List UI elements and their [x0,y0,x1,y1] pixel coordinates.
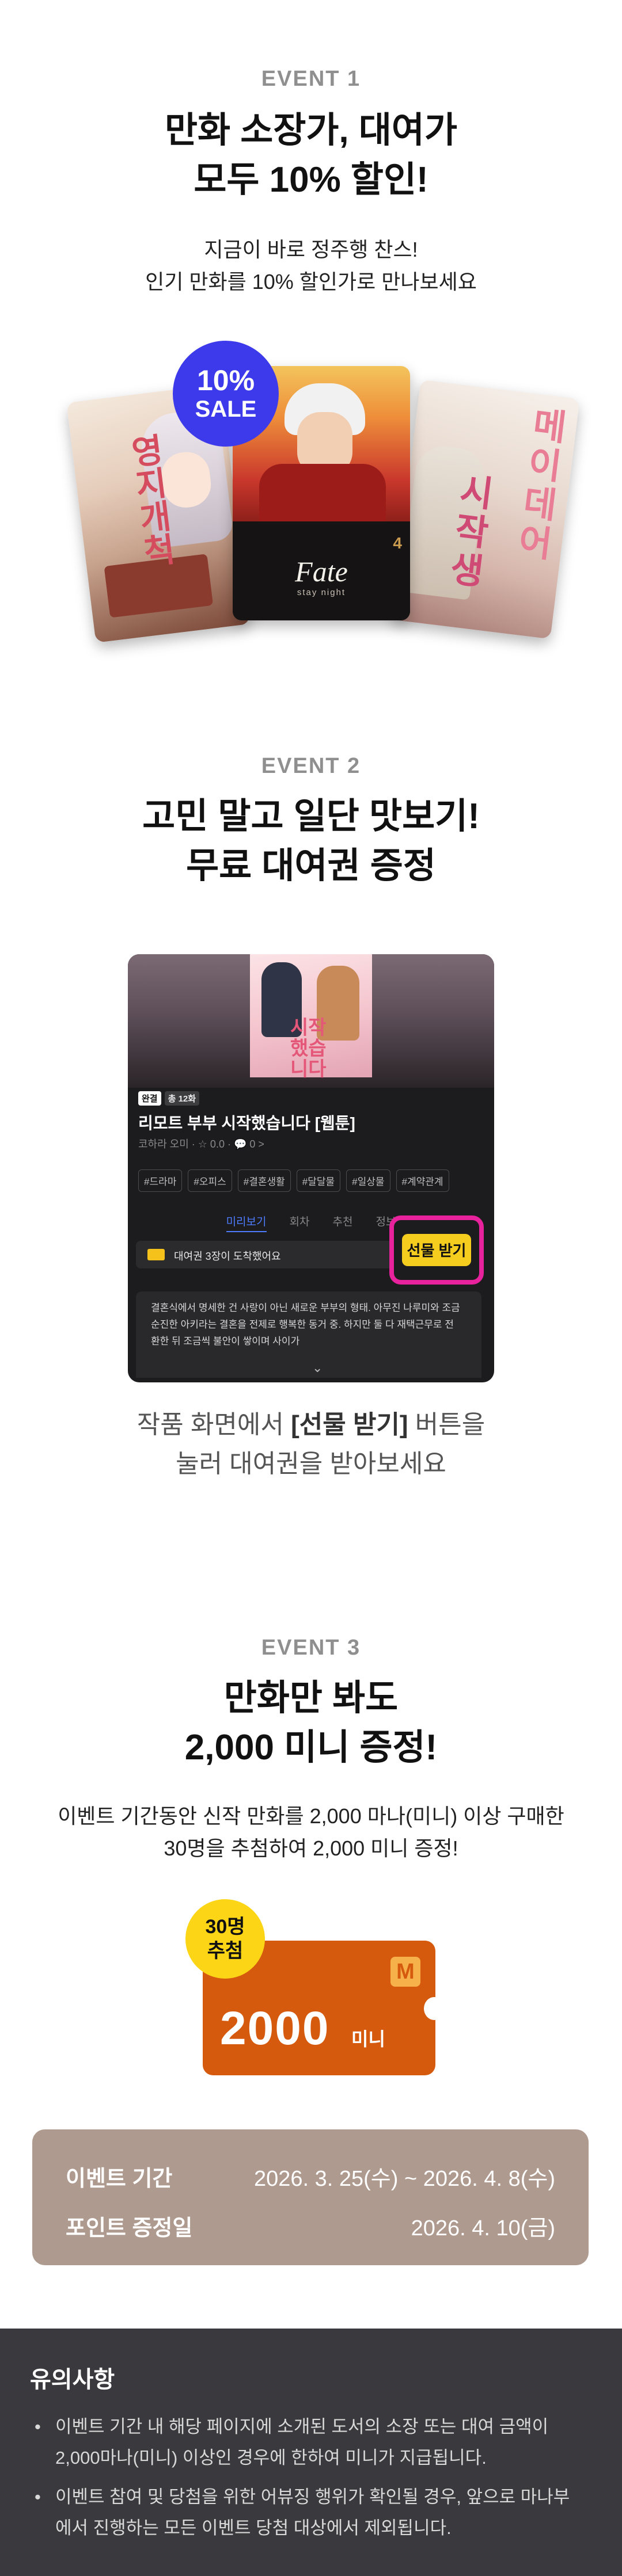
preview-meta: 코하라 오미 · ☆ 0.0 · 💬 0 > [138,1138,264,1150]
event-period-label: 이벤트 기간 [66,2167,173,2191]
event1-desc-line2: 인기 만화를 10% 할인가로 만나보세요 [145,270,477,294]
coupon-amount: 2000 [220,2002,330,2055]
event-period-row: 이벤트 기간 2026. 3. 25(수) ~ 2026. 4. 8(수) [66,2160,555,2192]
event2-title-line1: 고민 말고 일단 맛보기! [142,797,480,836]
tag-chip[interactable]: #오피스 [188,1169,232,1192]
preview-description-text: 결혼식에서 명세한 건 사랑이 아닌 새로운 부부의 형태. 아무진 나루미와 … [151,1302,460,1347]
completed-badge: 완결 [138,1091,161,1106]
notice-section: 유의사항 이벤트 기간 내 해당 페이지에 소개된 도서의 소장 또는 대여 금… [0,2329,622,2576]
event3-desc: 이벤트 기간동안 신작 만화를 2,000 마나(미니) 이상 구매한 30명을… [0,1800,622,1865]
notice-item: 이벤트 참여 및 당첨을 위한 어뷰징 행위가 확인될 경우, 앞으로 마나부에… [30,2482,571,2544]
event2-label: EVENT 2 [261,754,361,778]
event-info-box: 이벤트 기간 2026. 3. 25(수) ~ 2026. 4. 8(수) 포인… [32,2129,589,2265]
event1-title: 만화 소장가, 대여가 모두 10% 할인! [0,106,622,205]
gift-receive-button[interactable]: 선물 받기 [402,1234,471,1266]
book-center-subtitle: stay night [297,588,346,597]
sale-badge: 10% SALE [173,341,279,447]
event1-desc: 지금이 바로 정주행 찬스! 인기 만화를 10% 할인가로 만나보세요 [0,234,622,298]
gift-button-highlight: 선물 받기 [389,1215,484,1285]
tag-chip[interactable]: #계약관계 [396,1169,449,1192]
book-left-title: 영지개척 [123,432,177,569]
coupon-unit: 미니 [351,2029,385,2049]
event1-title-line2: 모두 10% 할인! [194,160,428,200]
draw-count-line2: 추첨 [207,1940,244,1962]
sale-badge-percent: 10% [196,364,255,397]
event3-desc-line2: 30명을 추첨하여 2,000 미니 증정! [164,1836,458,1860]
tab-recommend[interactable]: 추천 [332,1213,352,1232]
event2-desc: 작품 화면에서 [선물 받기] 버튼을 눌러 대여권을 받아보세요 [0,1405,622,1484]
tag-chip[interactable]: #일상물 [346,1169,390,1192]
event3-desc-line1: 이벤트 기간동안 신작 만화를 2,000 마나(미니) 이상 구매한 [58,1804,564,1828]
point-date-value: 2026. 4. 10(금) [411,2216,555,2240]
preview-tag-chips: #드라마 #오피스 #결혼생활 #달달물 #일상물 #계약관계 [138,1169,449,1192]
tag-chip[interactable]: #드라마 [138,1169,183,1192]
event1-desc-line1: 지금이 바로 정주행 찬스! [204,238,418,261]
description-fade [136,1343,481,1378]
event2-title: 고민 말고 일단 맛보기! 무료 대여권 증정 [0,792,622,891]
draw-count-badge: 30명 추첨 [185,1899,265,1979]
book-volume-number: 4 [393,534,402,552]
notice-title: 유의사항 [30,2367,115,2392]
episode-count-badge: 총 12화 [164,1091,200,1106]
event2-desc-bold: [선물 받기] [291,1411,408,1439]
point-date-label: 포인트 증정일 [66,2216,193,2240]
sale-badge-word: SALE [195,397,257,422]
chevron-down-icon[interactable]: ⌄ [312,1361,323,1375]
event3-label: EVENT 3 [261,1636,361,1660]
mana-logo-icon: M [390,1957,420,1987]
event2-title-line2: 무료 대여권 증정 [186,846,436,886]
app-screen-preview: 시작했습니다 완결 총 12화 리모트 부부 시작했습니다 [웹툰] 코하라 오… [128,954,494,1382]
book-center-title: Fate [295,555,348,588]
preview-description: 결혼식에서 명세한 건 사랑이 아닌 새로운 부부의 형태. 아무진 나루미와 … [136,1291,481,1378]
tab-preview[interactable]: 미리보기 [226,1213,267,1232]
event2-desc-post: 버튼을 [408,1411,486,1439]
tab-episodes[interactable]: 회차 [290,1213,310,1232]
event-period-value: 2026. 3. 25(수) ~ 2026. 4. 8(수) [253,2167,555,2191]
preview-cover: 시작했습니다 [250,954,372,1080]
coupon-notch [424,1997,445,2020]
event3-title-line2: 2,000 미니 증정! [184,1728,438,1767]
status-badges: 완결 총 12화 [138,1091,200,1106]
event2-desc-pre: 작품 화면에서 [136,1411,291,1439]
event1-label: EVENT 1 [261,67,361,91]
event3-title-line1: 만화만 봐도 [223,1678,399,1718]
preview-cover-title: 시작했습니다 [290,1017,327,1080]
book-right-title: 메이데어 [509,404,568,565]
book-cover-right[interactable]: 메이데어 시작생 [391,379,580,639]
tag-chip[interactable]: #결혼생활 [237,1169,291,1192]
ticket-icon [147,1249,165,1260]
tag-chip[interactable]: #달달물 [296,1169,341,1192]
preview-title: 리모트 부부 시작했습니다 [웹툰] [138,1114,355,1132]
event2-desc-line1: 작품 화면에서 [선물 받기] 버튼을 [0,1405,622,1445]
cover-art-body [259,464,386,527]
event3-title: 만화만 봐도 2,000 미니 증정! [0,1674,622,1773]
draw-count-line1: 30명 [205,1916,245,1938]
rental-ticket-notice-text: 대여권 3장이 도착했어요 [174,1251,281,1262]
notice-item: 이벤트 기간 내 해당 페이지에 소개된 도서의 소장 또는 대여 금액이 2,… [30,2411,571,2474]
point-date-row: 포인트 증정일 2026. 4. 10(금) [66,2210,555,2242]
notice-list: 이벤트 기간 내 해당 페이지에 소개된 도서의 소장 또는 대여 금액이 2,… [30,2411,571,2552]
event2-desc-line2: 눌러 대여권을 받아보세요 [176,1450,446,1478]
event1-title-line1: 만화 소장가, 대여가 [165,110,457,150]
